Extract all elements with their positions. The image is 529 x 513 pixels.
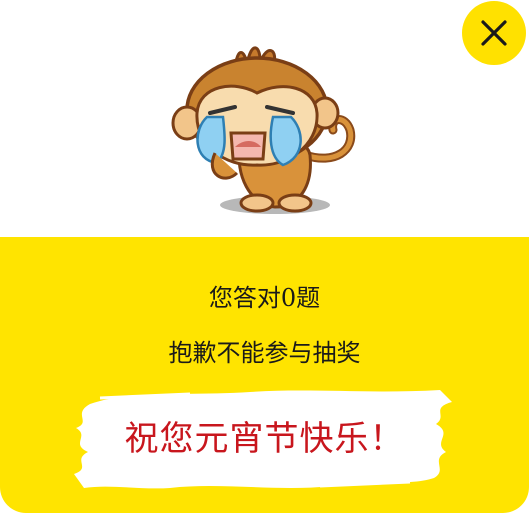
result-panel: 您答对0题 抱歉不能参与抽奖 祝您元宵节快乐！: [0, 237, 529, 513]
festival-greeting: 祝您元宵节快乐！: [124, 419, 405, 459]
result-popup: 您答对0题 抱歉不能参与抽奖 祝您元宵节快乐！: [0, 0, 529, 513]
close-icon: [481, 20, 507, 46]
lottery-ineligible-message: 抱歉不能参与抽奖: [168, 339, 361, 367]
score-message: 您答对0题: [208, 284, 321, 312]
close-button[interactable]: [462, 1, 526, 65]
crying-monkey-illustration: [171, 46, 356, 214]
